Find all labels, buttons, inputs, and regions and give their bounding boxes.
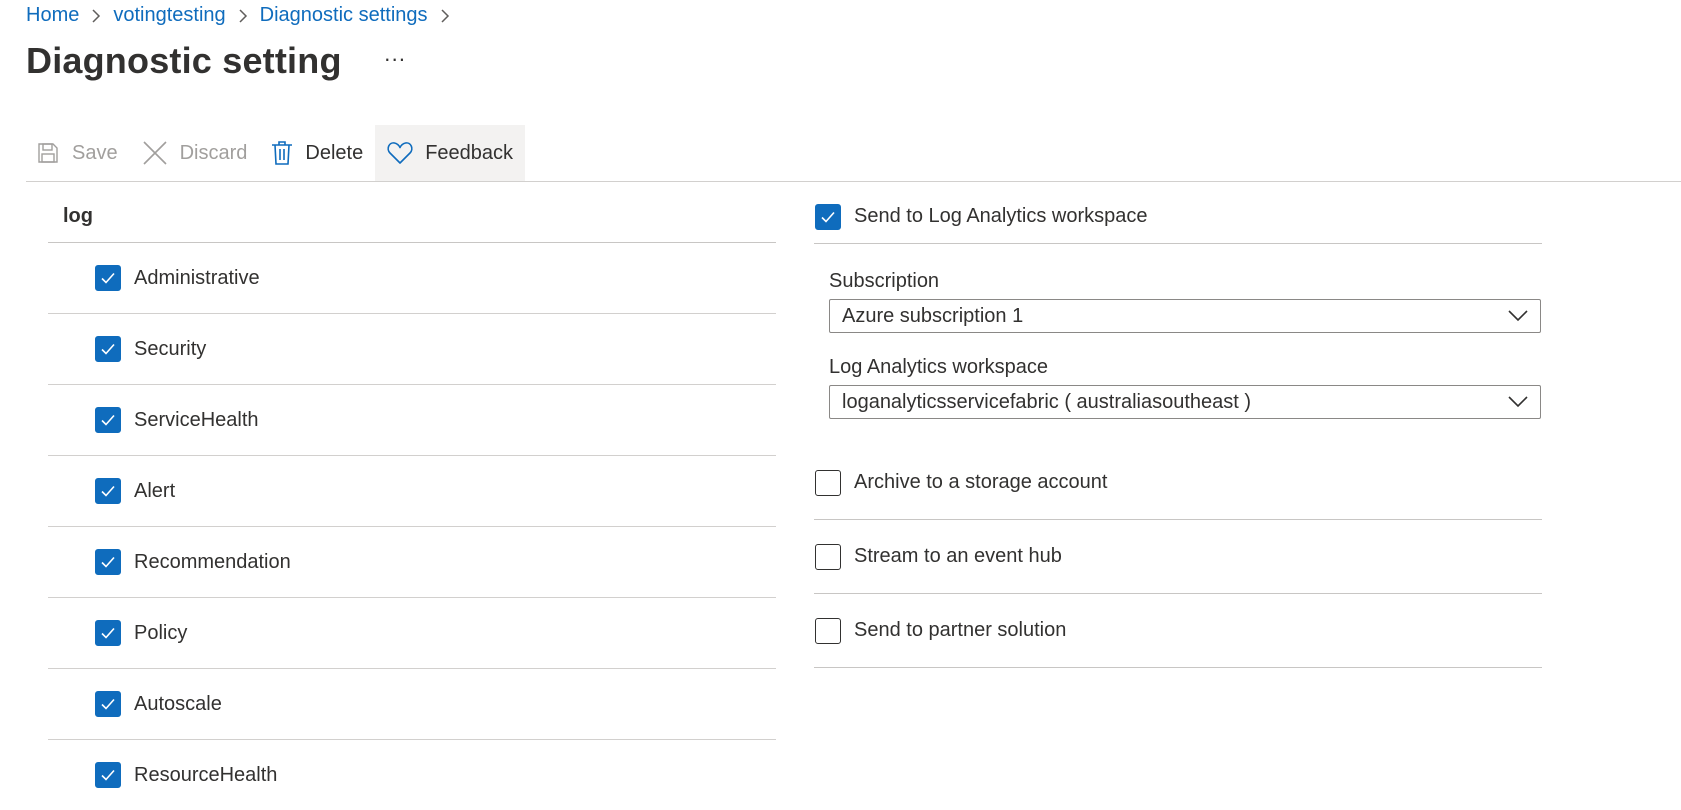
title-row: Diagnostic setting ··· bbox=[26, 40, 410, 82]
breadcrumb-home-link[interactable]: Home bbox=[26, 4, 79, 27]
delete-label: Delete bbox=[305, 141, 364, 164]
page-title: Diagnostic setting bbox=[26, 40, 342, 81]
command-bar: Save Discard Delete Feedback bbox=[26, 125, 1681, 182]
heart-icon bbox=[387, 142, 413, 164]
log-category-label: ResourceHealth bbox=[134, 763, 278, 786]
more-options-button[interactable]: ··· bbox=[380, 48, 410, 70]
breadcrumb-diagnostic-settings-link[interactable]: Diagnostic settings bbox=[260, 4, 428, 27]
feedback-button[interactable]: Feedback bbox=[375, 125, 526, 181]
log-category-row: Alert bbox=[48, 456, 776, 527]
checkmark-icon bbox=[101, 698, 115, 710]
event-hub-label: Stream to an event hub bbox=[854, 545, 1062, 567]
workspace-dropdown[interactable]: loganalyticsservicefabric ( australiasou… bbox=[829, 385, 1541, 419]
workspace-label: Log Analytics workspace bbox=[829, 356, 1049, 378]
log-analytics-checkbox[interactable] bbox=[815, 203, 841, 230]
chevron-right-icon bbox=[91, 8, 101, 24]
checkmark-icon bbox=[101, 343, 115, 355]
checkmark-icon bbox=[101, 272, 115, 284]
subscription-field: Subscription Azure subscription 1 bbox=[814, 270, 1542, 333]
log-analytics-label: Send to Log Analytics workspace bbox=[854, 205, 1148, 227]
save-icon bbox=[38, 143, 58, 163]
log-category-label: Recommendation bbox=[134, 550, 291, 573]
log-category-row: Recommendation bbox=[48, 527, 776, 598]
chevron-right-icon bbox=[238, 8, 248, 24]
log-categories-panel: log Administrative Security ServiceHealt… bbox=[48, 190, 776, 810]
log-category-row: Administrative bbox=[48, 243, 776, 314]
workspace-field: Log Analytics workspace loganalyticsserv… bbox=[814, 356, 1542, 419]
chevron-right-icon bbox=[440, 8, 450, 24]
log-category-label: Security bbox=[134, 337, 207, 360]
checkmark-icon bbox=[821, 211, 835, 223]
storage-account-label: Archive to a storage account bbox=[854, 471, 1108, 493]
administrative-checkbox[interactable] bbox=[95, 265, 121, 291]
storage-account-checkbox[interactable] bbox=[815, 469, 841, 496]
subscription-dropdown[interactable]: Azure subscription 1 bbox=[829, 299, 1541, 333]
log-section-header: log bbox=[48, 190, 776, 243]
alert-checkbox[interactable] bbox=[95, 478, 121, 504]
delete-button[interactable]: Delete bbox=[259, 125, 375, 181]
security-checkbox[interactable] bbox=[95, 336, 121, 362]
close-icon bbox=[143, 141, 167, 165]
log-category-label: Alert bbox=[134, 479, 176, 502]
checkmark-icon bbox=[101, 769, 115, 781]
event-hub-checkbox[interactable] bbox=[815, 543, 841, 570]
trash-icon bbox=[272, 141, 293, 165]
checkmark-icon bbox=[101, 414, 115, 426]
partner-solution-label: Send to partner solution bbox=[854, 619, 1067, 641]
servicehealth-checkbox[interactable] bbox=[95, 407, 121, 433]
subscription-value: Azure subscription 1 bbox=[842, 304, 1024, 327]
save-label: Save bbox=[72, 141, 118, 164]
log-category-label: Policy bbox=[134, 621, 188, 644]
discard-label: Discard bbox=[179, 141, 248, 164]
chevron-down-icon bbox=[1508, 310, 1528, 322]
save-button[interactable]: Save bbox=[26, 125, 130, 181]
destination-details-panel: Send to Log Analytics workspace Subscrip… bbox=[814, 190, 1542, 668]
log-category-row: Autoscale bbox=[48, 669, 776, 740]
policy-checkbox[interactable] bbox=[95, 620, 121, 646]
discard-button[interactable]: Discard bbox=[130, 125, 260, 181]
storage-account-option: Archive to a storage account bbox=[814, 446, 1542, 520]
resourcehealth-checkbox[interactable] bbox=[95, 762, 121, 788]
checkmark-icon bbox=[101, 556, 115, 568]
feedback-label: Feedback bbox=[425, 141, 514, 164]
log-category-label: ServiceHealth bbox=[134, 408, 259, 431]
log-analytics-option: Send to Log Analytics workspace bbox=[814, 190, 1542, 244]
breadcrumb-resource-link[interactable]: votingtesting bbox=[113, 4, 225, 27]
log-category-label: Autoscale bbox=[134, 692, 222, 715]
chevron-down-icon bbox=[1508, 396, 1528, 408]
partner-solution-checkbox[interactable] bbox=[815, 617, 841, 644]
log-category-row: Security bbox=[48, 314, 776, 385]
log-category-row: ServiceHealth bbox=[48, 385, 776, 456]
log-category-row: Policy bbox=[48, 598, 776, 669]
autoscale-checkbox[interactable] bbox=[95, 691, 121, 717]
subscription-label: Subscription bbox=[829, 270, 940, 292]
workspace-value: loganalyticsservicefabric ( australiasou… bbox=[842, 390, 1252, 413]
partner-solution-option: Send to partner solution bbox=[814, 594, 1542, 668]
checkmark-icon bbox=[101, 485, 115, 497]
checkmark-icon bbox=[101, 627, 115, 639]
event-hub-option: Stream to an event hub bbox=[814, 520, 1542, 594]
breadcrumb: Home votingtesting Diagnostic settings bbox=[26, 4, 462, 27]
log-category-label: Administrative bbox=[134, 266, 260, 289]
recommendation-checkbox[interactable] bbox=[95, 549, 121, 575]
